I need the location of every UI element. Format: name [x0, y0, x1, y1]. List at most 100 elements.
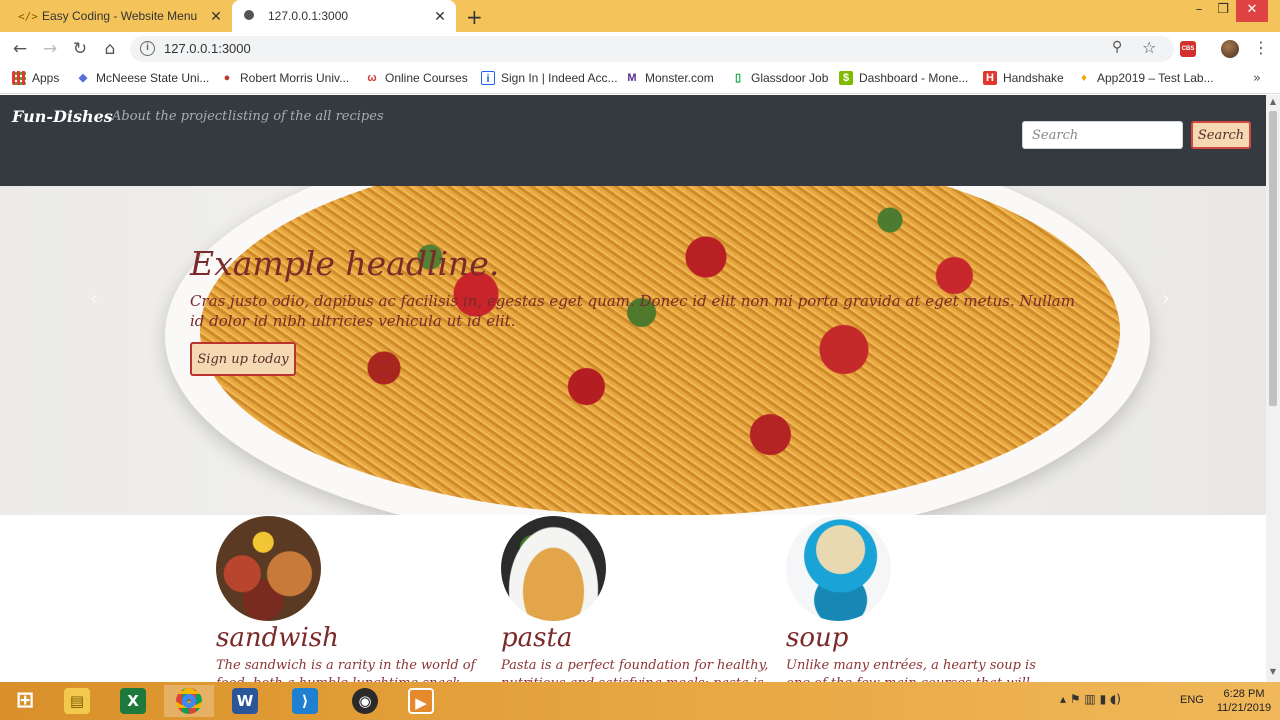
- taskbar-excel[interactable]: X: [108, 685, 158, 717]
- bookmark-label: Apps: [32, 71, 60, 85]
- tab-localhost[interactable]: 127.0.0.1:3000 ✕: [232, 0, 456, 32]
- taskbar-media-player[interactable]: ▶: [396, 685, 446, 717]
- taskbar-file-explorer[interactable]: ▤: [52, 685, 102, 717]
- new-tab-button[interactable]: +: [466, 5, 483, 29]
- handshake-icon: H: [983, 71, 997, 85]
- word-icon: W: [232, 688, 258, 714]
- close-icon[interactable]: ✕: [206, 8, 226, 25]
- scroll-up-icon[interactable]: ▲: [1266, 97, 1280, 106]
- taskbar-vscode[interactable]: ⟩: [280, 685, 330, 717]
- recipe-card-soup: soup Unlike many entrées, a hearty soup …: [786, 516, 1066, 682]
- language-indicator[interactable]: ENG: [1180, 694, 1204, 706]
- carousel-prev-icon[interactable]: ‹: [90, 286, 98, 310]
- window-close-icon[interactable]: ✕: [1236, 0, 1268, 22]
- indeed-icon: i: [481, 71, 495, 85]
- forward-arrow-icon[interactable]: →: [38, 37, 62, 61]
- bookmark-star-icon[interactable]: ☆: [1142, 38, 1156, 57]
- bookmark-online-courses[interactable]: ω Online Courses: [365, 71, 468, 85]
- bookmark-label: Glassdoor Job: [751, 71, 829, 85]
- card-title: pasta: [501, 623, 573, 653]
- tab-title: Easy Coding - Website Menu: [42, 9, 198, 23]
- scroll-down-icon[interactable]: ▼: [1266, 667, 1280, 676]
- bookmark-mcneese[interactable]: ◆ McNeese State Uni...: [76, 71, 210, 85]
- bookmarks-bar: Apps ◆ McNeese State Uni... ● Robert Mor…: [0, 66, 1280, 94]
- scroll-thumb[interactable]: [1269, 111, 1277, 406]
- code-icon: </>: [18, 9, 38, 23]
- bookmark-label: Robert Morris Univ...: [240, 71, 350, 85]
- clock-time: 6:28 PM: [1223, 688, 1265, 700]
- recipe-card-pasta: pasta Pasta is a perfect foundation for …: [501, 516, 781, 682]
- clock[interactable]: 6:28 PM 11/21/2019: [1214, 687, 1274, 715]
- zoom-icon[interactable]: ⚲: [1112, 39, 1122, 55]
- carousel-next-icon[interactable]: ›: [1162, 286, 1170, 310]
- browser-menu-icon[interactable]: ⋮: [1253, 38, 1269, 57]
- reload-icon[interactable]: ↻: [68, 37, 92, 61]
- site-brand[interactable]: Fun-Dishes: [12, 107, 113, 126]
- carousel-text: Cras justo odio, dapibus ac facilisis in…: [190, 292, 1075, 330]
- sandwich-image: [216, 516, 321, 621]
- browser-toolbar: ← → ↻ ⌂ i 127.0.0.1:3000 ⚲ ☆ CBS ⋮: [0, 32, 1280, 66]
- tab-title: 127.0.0.1:3000: [268, 9, 349, 23]
- online-courses-icon: ω: [367, 72, 377, 84]
- soup-image: [786, 516, 891, 621]
- mcneese-icon: ◆: [78, 72, 88, 84]
- address-bar[interactable]: i 127.0.0.1:3000 ⚲ ☆: [130, 36, 1174, 62]
- bookmark-monster[interactable]: M Monster.com: [625, 71, 714, 85]
- windows-taskbar: ⊞ ▤ X W ⟩ ◉ ▶ ▴ ⚑ ▥ ▮ ◖) ENG 6:28 PM 11/…: [0, 682, 1280, 720]
- bookmark-label: Online Courses: [385, 71, 468, 85]
- back-arrow-icon[interactable]: ←: [8, 37, 32, 61]
- bookmarks-overflow-icon[interactable]: »: [1253, 71, 1261, 86]
- glassdoor-icon: ▯: [734, 72, 742, 84]
- globe-icon: [244, 9, 260, 23]
- card-title: soup: [786, 623, 849, 653]
- tab-easy-coding[interactable]: </> Easy Coding - Website Menu ✕: [8, 0, 232, 32]
- search-button[interactable]: Search: [1191, 121, 1251, 149]
- taskbar-obs[interactable]: ◉: [340, 685, 390, 717]
- bookmark-glassdoor[interactable]: ▯ Glassdoor Job: [731, 71, 828, 85]
- start-button[interactable]: ⊞: [0, 685, 50, 717]
- bookmark-dashboard[interactable]: $ Dashboard - Mone...: [839, 71, 968, 85]
- chrome-icon: [176, 688, 202, 714]
- taskbar-chrome[interactable]: [164, 685, 214, 717]
- system-tray-icons[interactable]: ▴ ⚑ ▥ ▮ ◖): [1060, 692, 1121, 706]
- obs-icon: ◉: [352, 688, 378, 714]
- carousel-headline: Example headline.: [190, 244, 500, 283]
- media-player-icon: ▶: [408, 688, 434, 714]
- excel-icon: X: [120, 688, 146, 714]
- bookmark-apps[interactable]: Apps: [12, 71, 59, 85]
- windows-logo-icon: ⊞: [15, 688, 35, 713]
- folder-icon: ▤: [64, 688, 90, 714]
- maximize-icon[interactable]: ❐: [1208, 0, 1238, 22]
- bookmark-robert-morris[interactable]: ● Robert Morris Univ...: [220, 71, 349, 85]
- search-input[interactable]: [1022, 121, 1183, 149]
- url-text[interactable]: 127.0.0.1:3000: [164, 41, 251, 56]
- bookmark-label: McNeese State Uni...: [96, 71, 210, 85]
- bookmark-indeed[interactable]: i Sign In | Indeed Acc...: [481, 71, 618, 85]
- carousel-caption: Example headline. Cras justo odio, dapib…: [190, 244, 1090, 331]
- home-icon[interactable]: ⌂: [98, 37, 122, 61]
- bookmark-label: Handshake: [1003, 71, 1064, 85]
- bookmark-handshake[interactable]: H Handshake: [983, 71, 1064, 85]
- clock-date: 11/21/2019: [1216, 702, 1272, 714]
- site-navbar: Fun-Dishes About the project listing of …: [0, 95, 1266, 186]
- profile-avatar-icon[interactable]: [1221, 40, 1239, 58]
- bookmark-label: Dashboard - Mone...: [859, 71, 969, 85]
- page-scrollbar[interactable]: ▲ ▼: [1266, 95, 1280, 682]
- nav-link-recipes[interactable]: listing of the all recipes: [228, 109, 384, 124]
- hero-carousel: ‹ › Example headline. Cras justo odio, d…: [0, 186, 1266, 515]
- card-text: The sandwich is a rarity in the world of…: [216, 658, 476, 682]
- card-text: Pasta is a perfect foundation for health…: [501, 658, 769, 682]
- recipe-card-sandwich: sandwish The sandwich is a rarity in the…: [216, 516, 496, 682]
- close-icon[interactable]: ✕: [430, 8, 450, 25]
- extension-icon[interactable]: CBS: [1180, 41, 1196, 57]
- info-icon[interactable]: i: [140, 41, 155, 56]
- card-text: Unlike many entrées, a hearty soup is on…: [786, 658, 1036, 682]
- money-icon: $: [839, 71, 853, 85]
- bookmark-app2019[interactable]: ♦ App2019 – Test Lab...: [1077, 71, 1213, 85]
- bookmark-label: Monster.com: [645, 71, 714, 85]
- vscode-icon: ⟩: [292, 688, 318, 714]
- nav-link-about[interactable]: About the project: [112, 109, 227, 124]
- taskbar-word[interactable]: W: [220, 685, 270, 717]
- signup-button[interactable]: Sign up today: [190, 342, 296, 376]
- page-viewport: Fun-Dishes About the project listing of …: [0, 95, 1266, 682]
